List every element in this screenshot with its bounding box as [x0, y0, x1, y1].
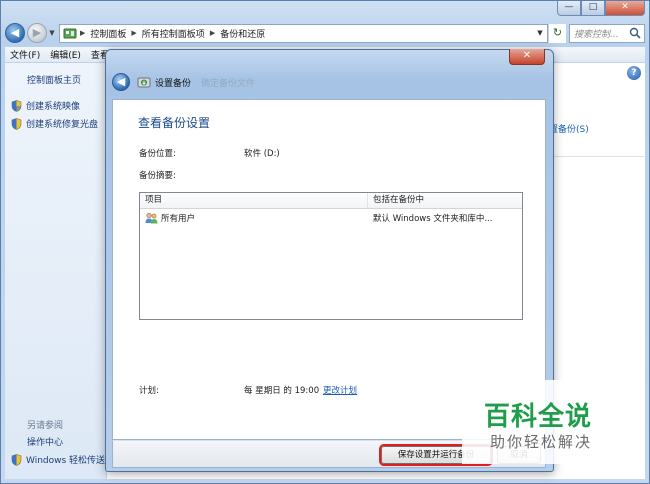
refresh-icon[interactable]: ↻: [548, 23, 566, 43]
watermark-logo: 百科全说: [484, 402, 593, 432]
back-arrow-icon[interactable]: ◀: [112, 73, 130, 91]
breadcrumb-separator: ▶: [80, 29, 86, 37]
windows-easy-transfer-label: Windows 轻松传送: [26, 456, 106, 466]
minimize-button[interactable]: —: [557, 1, 581, 16]
users-icon: [145, 212, 158, 223]
breadcrumb-separator: ▶: [131, 29, 137, 37]
create-system-image-link[interactable]: 创建系统映像: [11, 99, 80, 112]
column-header-item[interactable]: 项目: [140, 193, 368, 208]
action-center-link[interactable]: 操作中心: [27, 435, 63, 448]
search-input[interactable]: 搜索控制...: [569, 23, 645, 43]
table-cell-included: 默认 Windows 文件夹和库中...: [373, 213, 493, 224]
change-schedule-link[interactable]: 更改计划: [323, 384, 357, 396]
setup-backup-link[interactable]: 置备份(S): [549, 122, 589, 135]
menu-file[interactable]: 文件(F): [5, 48, 45, 61]
schedule-value: 每 星期日 的 19:00: [244, 386, 320, 396]
create-repair-disc-label: 创建系统修复光盘: [26, 120, 99, 130]
column-header-included[interactable]: 包括在备份中: [368, 193, 424, 208]
backup-summary-table: 项目 包括在备份中 所有用户 默认 Windows 文件夹和库中...: [139, 192, 523, 320]
search-icon[interactable]: [629, 27, 641, 39]
control-panel-home-link[interactable]: 控制面板主页: [27, 73, 81, 86]
all-users-label: 所有用户: [161, 213, 196, 224]
backup-icon: [137, 77, 151, 88]
uac-shield-icon: [11, 99, 22, 112]
backup-location-label: 备份位置:: [139, 149, 176, 159]
forward-arrow-icon[interactable]: ▶: [27, 23, 47, 43]
windows-easy-transfer-link[interactable]: Windows 轻松传送: [11, 453, 105, 466]
breadcrumb-separator: ▶: [209, 29, 216, 37]
schedule-label: 计划:: [139, 386, 159, 396]
breadcrumb-backup-restore[interactable]: 备份和还原: [220, 27, 265, 40]
address-dropdown-icon[interactable]: ▼: [533, 29, 547, 37]
caption-buttons: — □ ✕: [557, 1, 645, 16]
create-system-image-label: 创建系统映像: [26, 102, 81, 112]
close-button[interactable]: ✕: [605, 1, 645, 16]
uac-shield-icon: [11, 117, 22, 130]
control-panel-icon: [62, 26, 78, 40]
search-placeholder: 搜索控制...: [574, 29, 619, 40]
backup-location-value: 软件 (D:): [244, 149, 280, 159]
page-title: 查看备份设置: [138, 116, 211, 130]
maximize-button[interactable]: □: [581, 1, 605, 16]
dialog-ghost-title: 确定备份文件: [201, 78, 256, 89]
dialog-close-button[interactable]: ✕: [509, 49, 545, 65]
see-also-header: 另请参阅: [27, 421, 64, 431]
backup-summary-label: 备份摘要:: [139, 171, 176, 181]
address-bar[interactable]: ▶ 控制面板 ▶ 所有控制面板项 ▶ 备份和还原 ▼: [59, 23, 548, 43]
back-arrow-icon[interactable]: ◀: [5, 23, 25, 43]
table-cell-item: 所有用户: [140, 212, 368, 224]
recent-pages-dropdown[interactable]: ▼: [47, 29, 57, 37]
help-icon[interactable]: ?: [627, 66, 641, 80]
uac-shield-icon: [11, 453, 22, 466]
breadcrumb-all-items[interactable]: 所有控制面板项: [142, 27, 205, 40]
menu-edit[interactable]: 编辑(E): [45, 48, 86, 61]
create-repair-disc-link[interactable]: 创建系统修复光盘: [11, 117, 98, 130]
table-header: 项目 包括在备份中: [140, 193, 522, 209]
dialog-title-bar: ◀ 设置备份 确定备份文件: [112, 73, 255, 91]
left-task-pane: 控制面板主页 创建系统映像 创建系统修复光盘 另请参阅 操作中心 Windows…: [5, 63, 107, 479]
divider: [549, 156, 644, 157]
breadcrumb-control-panel[interactable]: 控制面板: [90, 27, 126, 40]
watermark-slogan: 助你轻松解决: [490, 433, 593, 451]
navigation-bar: ◀ ▶ ▼ ▶ 控制面板 ▶ 所有控制面板项 ▶ 备份和还原 ▼ ↻ 搜索控制.…: [5, 22, 645, 44]
dialog-title: 设置备份: [155, 78, 192, 89]
table-row[interactable]: 所有用户 默认 Windows 文件夹和库中...: [140, 209, 522, 226]
watermark: 百科全说 助你轻松解决: [462, 380, 628, 464]
